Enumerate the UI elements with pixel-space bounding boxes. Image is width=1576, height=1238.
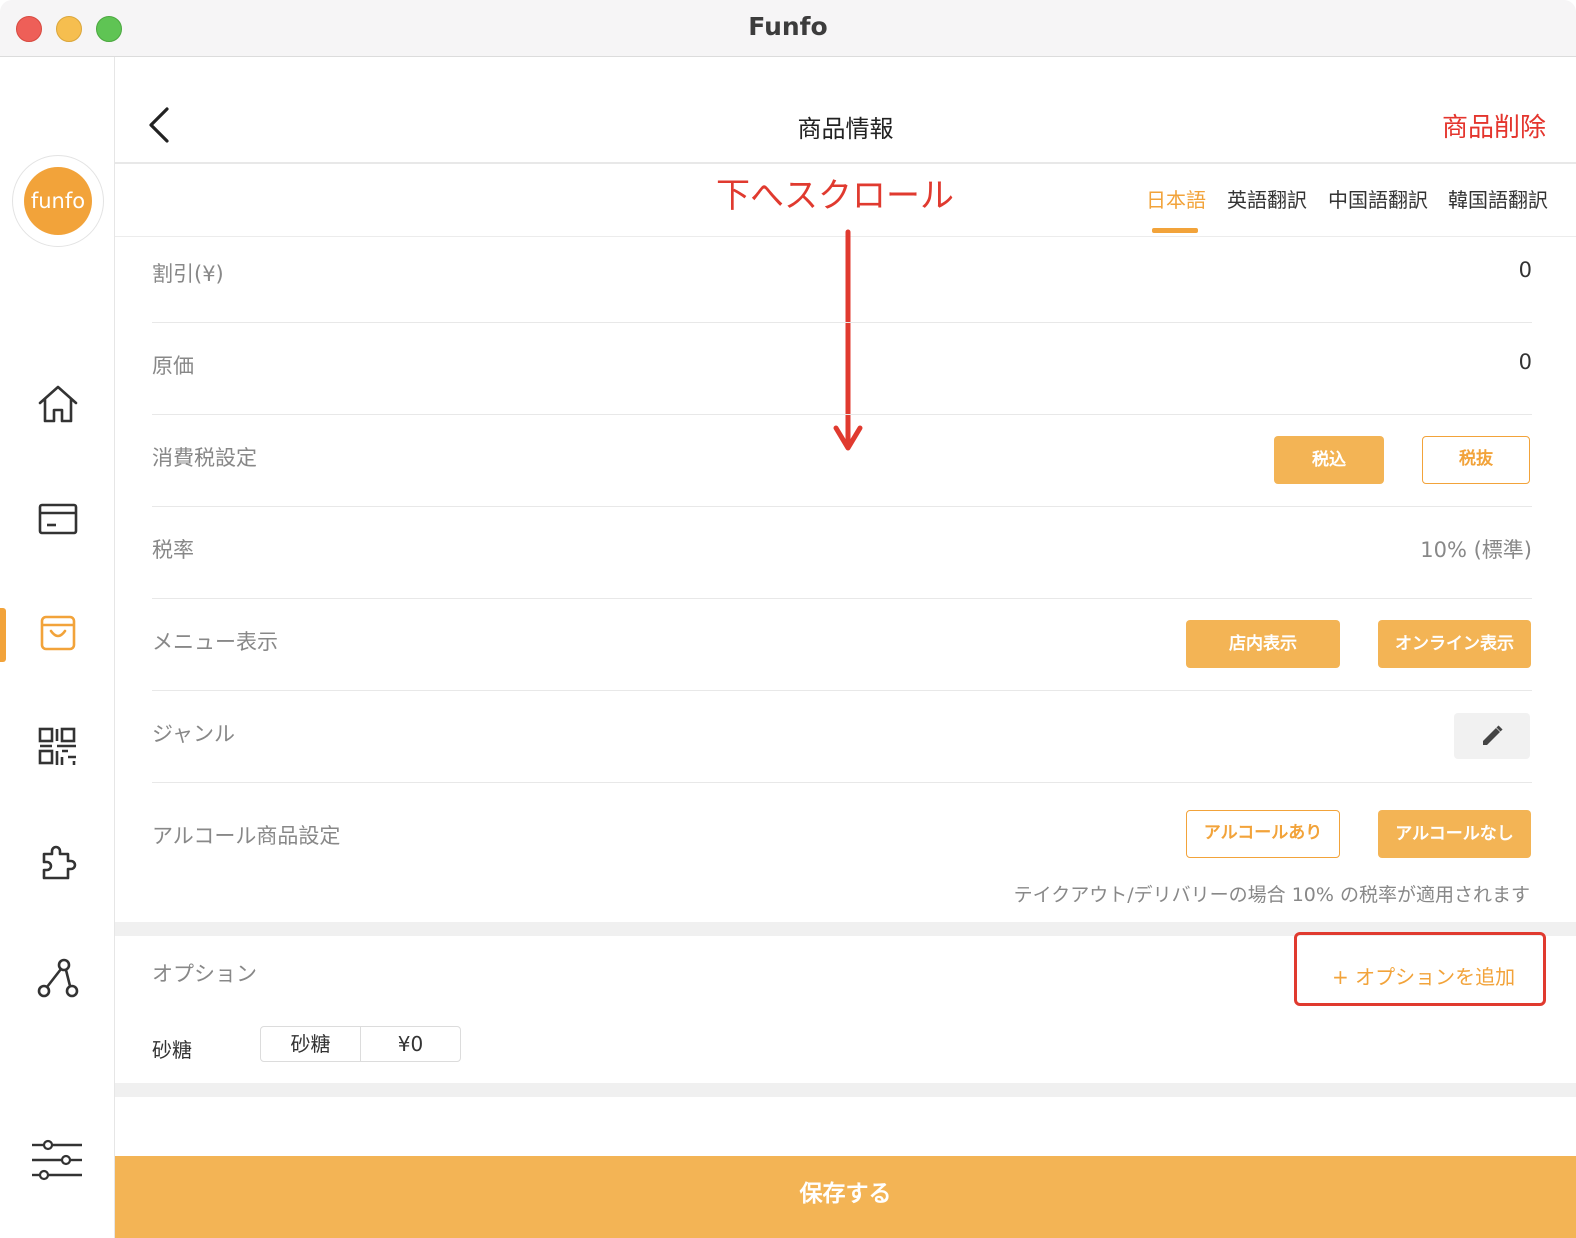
alcohol-yes-button[interactable]: アルコールあり <box>1186 810 1340 858</box>
save-button[interactable]: 保存する <box>115 1156 1576 1238</box>
tax-rate-row: 税率 10% (標準) <box>152 506 1532 599</box>
home-icon[interactable] <box>36 382 80 426</box>
pencil-icon <box>1483 725 1503 745</box>
active-nav-indicator <box>0 608 6 662</box>
genre-row: ジャンル <box>152 690 1532 783</box>
tab-korean[interactable]: 韓国語翻訳 <box>1448 184 1548 213</box>
highlight-annotation-box <box>1294 932 1546 1006</box>
puzzle-icon[interactable] <box>36 840 80 884</box>
sliders-icon[interactable] <box>30 1137 84 1181</box>
app-logo[interactable]: funfo <box>12 155 104 247</box>
tax-rate-value[interactable]: 10% (標準) <box>1420 534 1532 564</box>
card-icon[interactable] <box>36 497 80 541</box>
tab-chinese[interactable]: 中国語翻訳 <box>1328 184 1428 213</box>
tab-japanese[interactable]: 日本語 <box>1146 184 1206 213</box>
sidebar: funfo <box>0 57 115 1238</box>
qr-code-icon[interactable] <box>36 725 80 769</box>
tax-excluded-button[interactable]: 税抜 <box>1422 436 1530 484</box>
discount-row: 割引(¥) 0 <box>152 230 1532 323</box>
alcohol-label: アルコール商品設定 <box>152 824 341 848</box>
tax-included-button[interactable]: 税込 <box>1274 436 1384 484</box>
cost-row: 原価 0 <box>152 322 1532 415</box>
discount-value[interactable]: 0 <box>1519 258 1532 282</box>
online-display-button[interactable]: オンライン表示 <box>1378 620 1531 668</box>
logo-text: funfo <box>24 167 92 235</box>
tax-setting-label: 消費税設定 <box>152 446 257 470</box>
store-display-button[interactable]: 店内表示 <box>1186 620 1340 668</box>
menu-display-label: メニュー表示 <box>152 630 278 654</box>
tab-english[interactable]: 英語翻訳 <box>1227 184 1307 213</box>
window-titlebar: Funfo <box>0 0 1576 57</box>
options-label: オプション <box>152 962 257 986</box>
option-group-name: 砂糖 <box>152 1038 192 1062</box>
page-title: 商品情報 <box>797 115 894 143</box>
tax-rate-label: 税率 <box>152 538 194 562</box>
option-item-name[interactable]: 砂糖 <box>260 1026 361 1062</box>
tax-note: テイクアウト/デリバリーの場合 10% の税率が適用されます <box>1013 884 1530 906</box>
cost-value[interactable]: 0 <box>1519 350 1532 374</box>
genre-edit-button[interactable] <box>1454 713 1530 759</box>
scroll-annotation-text: 下へスクロール <box>716 176 954 216</box>
genre-label: ジャンル <box>152 722 235 746</box>
option-item-price[interactable]: ¥0 <box>360 1026 461 1062</box>
delete-product-button[interactable]: 商品削除 <box>1442 107 1546 144</box>
tax-setting-row: 消費税設定 税込 税抜 <box>152 414 1532 507</box>
section-divider <box>115 1083 1576 1097</box>
alcohol-no-button[interactable]: アルコールなし <box>1378 810 1531 858</box>
window-title: Funfo <box>748 12 828 41</box>
page-header: 商品情報 商品削除 <box>115 57 1576 164</box>
discount-label: 割引(¥) <box>152 262 224 286</box>
shopping-bag-icon[interactable] <box>36 611 80 655</box>
share-network-icon[interactable] <box>36 955 80 999</box>
menu-display-row: メニュー表示 店内表示 オンライン表示 <box>152 598 1532 691</box>
cost-label: 原価 <box>152 354 194 378</box>
